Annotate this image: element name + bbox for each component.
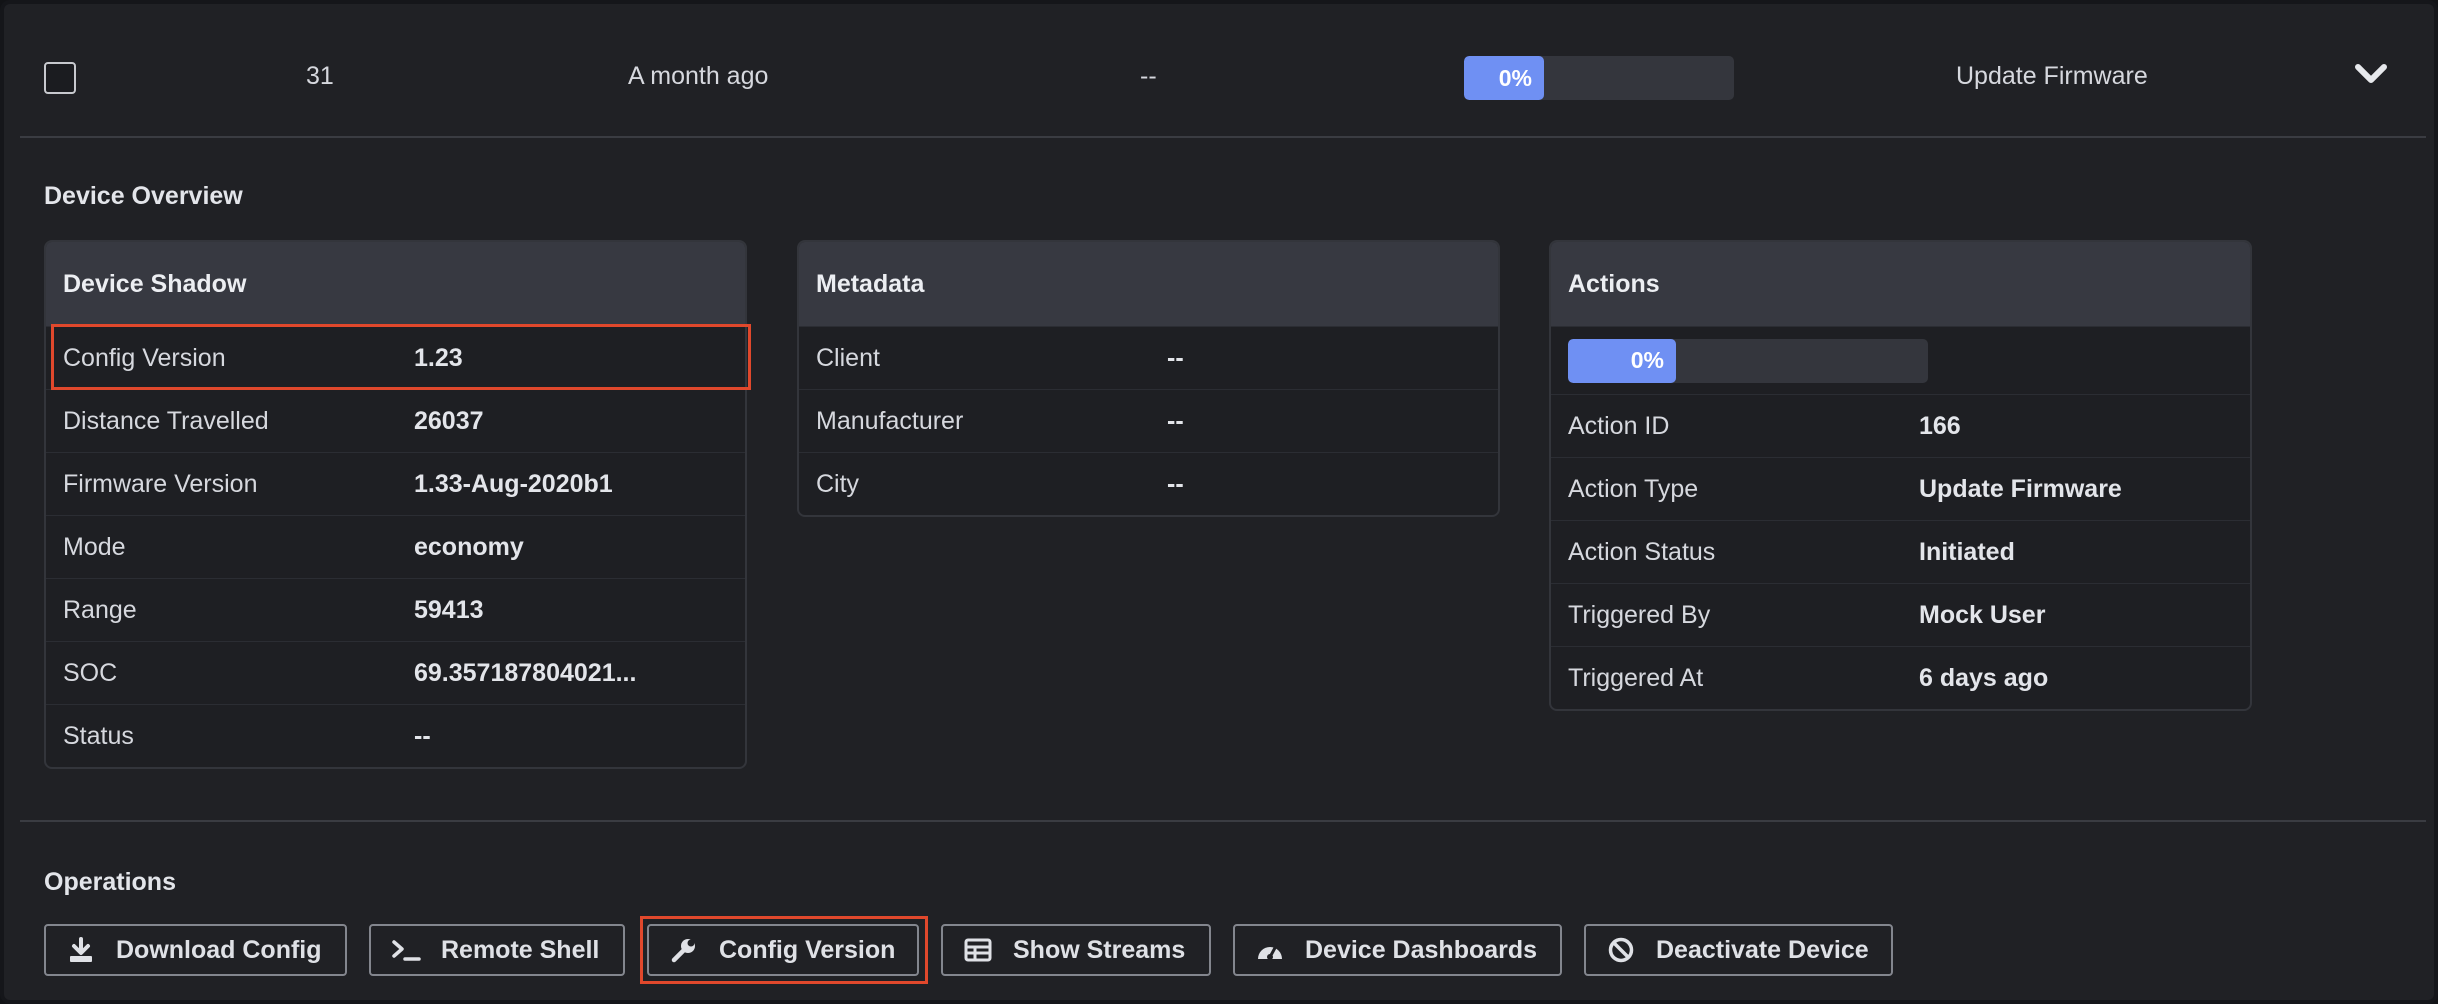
remote-shell-button[interactable]: Remote Shell xyxy=(369,924,625,976)
kv-key: Triggered By xyxy=(1568,600,1711,629)
shadow-row-status: Status -- xyxy=(46,704,745,767)
row-checkbox[interactable] xyxy=(44,62,76,94)
kv-key: Status xyxy=(63,721,134,750)
device-overview-title: Device Overview xyxy=(44,182,243,210)
table-icon xyxy=(963,935,993,965)
button-label: Download Config xyxy=(116,935,322,964)
device-shadow-header: Device Shadow xyxy=(46,242,745,326)
metadata-row-manufacturer: Manufacturer -- xyxy=(799,389,1498,452)
show-streams-button[interactable]: Show Streams xyxy=(941,924,1211,976)
device-shadow-card: Device Shadow Config Version 1.23 Distan… xyxy=(44,240,747,769)
gauge-icon xyxy=(1255,935,1285,965)
empty-value: -- xyxy=(1140,62,1157,90)
summary-progress-bar: 0% xyxy=(1464,56,1734,100)
device-count: 31 xyxy=(306,62,334,90)
kv-key: SOC xyxy=(63,658,118,687)
kv-key: Action Status xyxy=(1568,537,1716,566)
button-label: Show Streams xyxy=(1013,935,1186,964)
actions-row-type: Action Type Update Firmware xyxy=(1551,457,2250,520)
kv-key: Triggered At xyxy=(1568,663,1704,692)
kv-value: 59413 xyxy=(414,595,484,624)
actions-row-status: Action Status Initiated xyxy=(1551,520,2250,583)
action-progress-fill: 0% xyxy=(1568,338,1676,383)
metadata-card: Metadata Client -- Manufacturer -- City … xyxy=(797,240,1500,517)
shadow-row-firmware: Firmware Version 1.33-Aug-2020b1 xyxy=(46,452,745,515)
metadata-header: Metadata xyxy=(799,242,1498,326)
button-label: Deactivate Device xyxy=(1656,935,1869,964)
button-label: Device Dashboards xyxy=(1305,935,1538,964)
shadow-row-distance: Distance Travelled 26037 xyxy=(46,389,745,452)
device-dashboards-button[interactable]: Device Dashboards xyxy=(1233,924,1562,976)
terminal-icon xyxy=(391,935,421,965)
config-version-button[interactable]: Config Version xyxy=(647,924,919,976)
actions-row-triggered-by: Triggered By Mock User xyxy=(1551,583,2250,646)
chevron-down-icon[interactable] xyxy=(2354,62,2388,86)
kv-value: -- xyxy=(414,721,431,750)
kv-value: 166 xyxy=(1919,411,1961,440)
action-progress-bar: 0% xyxy=(1568,338,1928,383)
kv-key: Mode xyxy=(63,532,126,561)
last-seen-time: A month ago xyxy=(628,62,769,90)
summary-progress-fill: 0% xyxy=(1464,56,1544,100)
button-label: Config Version xyxy=(719,935,896,964)
kv-key: Range xyxy=(63,595,137,624)
ban-icon xyxy=(1606,935,1636,965)
kv-value: 1.33-Aug-2020b1 xyxy=(414,469,613,498)
kv-key: Distance Travelled xyxy=(63,406,269,435)
actions-header: Actions xyxy=(1551,242,2250,326)
kv-value: Initiated xyxy=(1919,537,2015,566)
device-summary-row[interactable]: 31 A month ago -- 0% Update Firmware xyxy=(4,4,2438,136)
shadow-row-config-version: Config Version 1.23 xyxy=(46,326,745,389)
operations-title: Operations xyxy=(44,868,176,896)
actions-row-triggered-at: Triggered At 6 days ago xyxy=(1551,646,2250,709)
kv-key: City xyxy=(816,469,860,498)
actions-row-id: Action ID 166 xyxy=(1551,394,2250,457)
kv-value: 1.23 xyxy=(414,343,463,372)
shadow-row-range: Range 59413 xyxy=(46,578,745,641)
kv-key: Client xyxy=(816,343,880,372)
download-icon xyxy=(66,935,96,965)
actions-progress-row: 0% xyxy=(1551,326,2250,394)
kv-key: Config Version xyxy=(63,343,226,372)
kv-value: -- xyxy=(1167,343,1184,372)
divider xyxy=(20,820,2426,822)
metadata-row-city: City -- xyxy=(799,452,1498,515)
actions-card: Actions 0% Action ID 166 Action Type Upd… xyxy=(1549,240,2252,711)
kv-key: Action Type xyxy=(1568,474,1699,503)
metadata-row-client: Client -- xyxy=(799,326,1498,389)
kv-value: -- xyxy=(1167,406,1184,435)
button-label: Remote Shell xyxy=(441,935,600,964)
download-config-button[interactable]: Download Config xyxy=(44,924,347,976)
kv-value: economy xyxy=(414,532,524,561)
kv-value: -- xyxy=(1167,469,1184,498)
kv-key: Action ID xyxy=(1568,411,1670,440)
kv-value: 26037 xyxy=(414,406,484,435)
summary-action-type: Update Firmware xyxy=(1956,62,2148,90)
kv-key: Firmware Version xyxy=(63,469,258,498)
kv-value: Mock User xyxy=(1919,600,2046,629)
shadow-row-soc: SOC 69.357187804021... xyxy=(46,641,745,704)
kv-value: 6 days ago xyxy=(1919,663,2049,692)
kv-key: Manufacturer xyxy=(816,406,964,435)
kv-value: 69.357187804021... xyxy=(414,658,637,687)
wrench-icon xyxy=(669,935,699,965)
divider xyxy=(20,136,2426,138)
deactivate-device-button[interactable]: Deactivate Device xyxy=(1584,924,1893,976)
kv-value: Update Firmware xyxy=(1919,474,2122,503)
device-detail-panel: 31 A month ago -- 0% Update Firmware Dev… xyxy=(0,0,2438,1004)
shadow-row-mode: Mode economy xyxy=(46,515,745,578)
